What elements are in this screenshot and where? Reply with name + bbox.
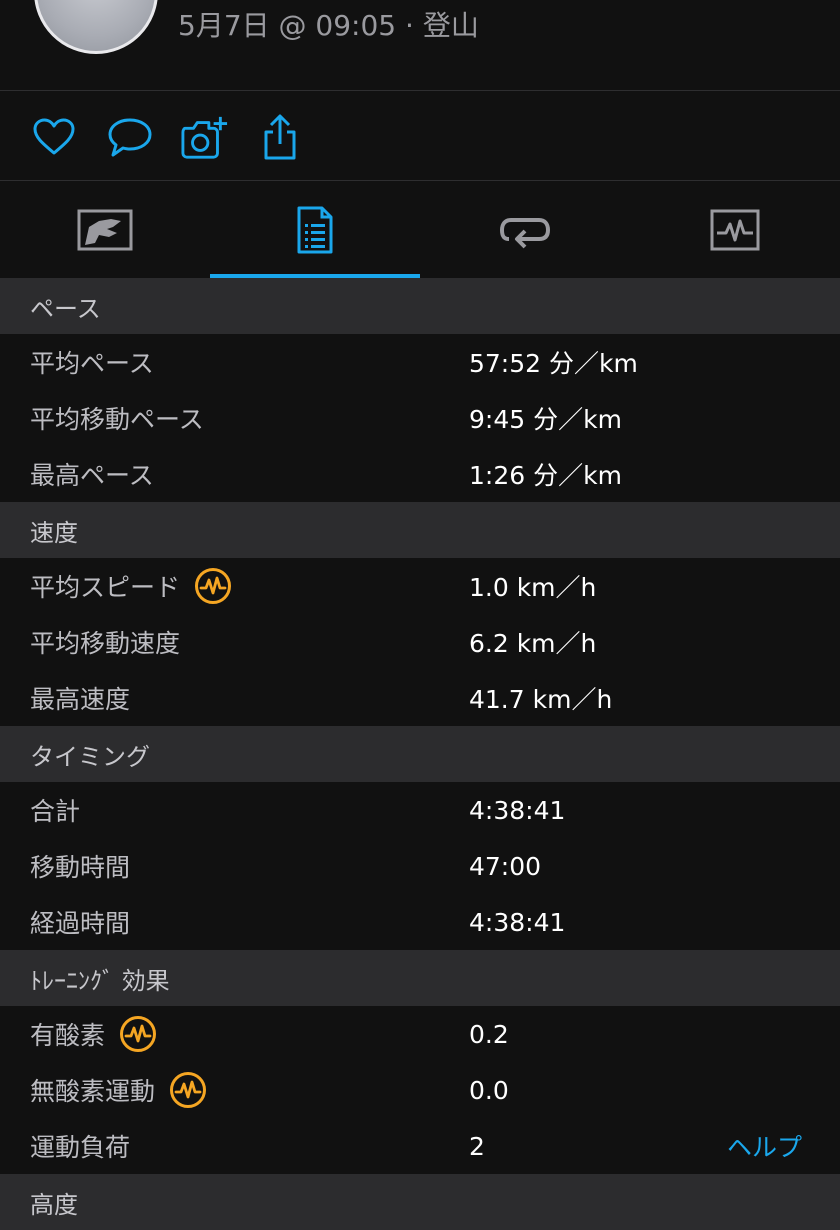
avatar[interactable] — [34, 0, 158, 54]
loop-icon — [499, 217, 551, 248]
section-header: ペース — [0, 278, 840, 334]
stat-row: 合計 4:38:41 — [0, 782, 840, 838]
stat-label: 有酸素 — [30, 1015, 157, 1053]
stat-row: 運動負荷 2 ヘルプ — [0, 1118, 840, 1174]
share-button[interactable] — [256, 113, 304, 161]
stat-value: 57:52 分／km — [469, 349, 638, 378]
stat-value: 4:38:41 — [469, 907, 566, 937]
stat-label-text: 経過時間 — [30, 909, 131, 938]
like-button[interactable] — [30, 113, 78, 161]
tab-charts[interactable] — [630, 181, 840, 278]
stat-row: 平均スピード 1.0 km／h — [0, 558, 840, 614]
stat-row: 移動時間 47:00 — [0, 838, 840, 894]
stat-label: 最高速度 — [30, 680, 130, 716]
stat-label: 運動負荷 — [30, 1128, 130, 1164]
stat-row: 有酸素 0.2 — [0, 1006, 840, 1062]
stat-label: 最高ペース — [30, 456, 154, 492]
share-icon — [264, 114, 296, 160]
comment-button[interactable] — [106, 113, 154, 161]
stat-label-text: 移動時間 — [30, 853, 131, 882]
stat-label: 経過時間 — [30, 904, 130, 940]
stat-label: 平均ペース — [30, 344, 154, 380]
section-header: ﾄﾚｰﾆﾝｸﾞ 効果 — [0, 950, 840, 1006]
stat-label-text: 有酸素 — [30, 1021, 106, 1050]
stat-label-text: 平均スピード — [30, 573, 181, 602]
stat-row: 平均移動ペース 9:45 分／km — [0, 390, 840, 446]
stat-label: 平均移動速度 — [30, 624, 180, 660]
stat-value: 2 — [469, 1131, 485, 1161]
meta-separator: · — [405, 9, 414, 42]
pulse-badge-icon[interactable] — [169, 1071, 207, 1109]
pulse-badge-icon[interactable] — [194, 567, 232, 605]
stat-label-text: 最高ペース — [30, 461, 154, 490]
tab-bar — [0, 181, 840, 278]
heart-icon — [33, 118, 75, 155]
stat-value: 1:26 分／km — [469, 461, 622, 490]
stat-label-text: 平均移動ペース — [30, 405, 204, 434]
tab-stats[interactable] — [210, 181, 420, 278]
activity-meta: 5月7日 @ 09:05 · 登山 — [178, 4, 479, 44]
comment-icon — [108, 118, 152, 157]
section-header: 高度 — [0, 1174, 840, 1230]
stat-row: 経過時間 4:38:41 — [0, 894, 840, 950]
chart-icon — [710, 209, 760, 250]
stat-label: 移動時間 — [30, 848, 130, 884]
activity-header: 5月7日 @ 09:05 · 登山 — [0, 0, 840, 90]
stat-value: 0.2 — [469, 1019, 509, 1049]
stat-value: 1.0 km／h — [469, 573, 597, 602]
stat-label: 平均スピード — [30, 567, 232, 605]
help-link[interactable]: ヘルプ — [727, 1128, 802, 1164]
pulse-badge-icon[interactable] — [119, 1015, 157, 1053]
stats-list[interactable]: ペース平均ペース 57:52 分／km 平均移動ペース 9:45 分／km 最高ペース 1… — [0, 278, 840, 1230]
stat-row: 最高ペース 1:26 分／km — [0, 446, 840, 502]
stat-value: 4:38:41 — [469, 795, 566, 825]
stat-label-text: 合計 — [30, 797, 81, 826]
camera-plus-icon — [181, 116, 228, 159]
stat-value: 47:00 — [469, 851, 542, 881]
stat-value: 6.2 km／h — [469, 629, 597, 658]
tab-map[interactable] — [0, 181, 210, 278]
stat-value: 9:45 分／km — [469, 405, 622, 434]
document-list-icon — [297, 206, 333, 253]
activity-type: 登山 — [422, 9, 479, 42]
stat-label-text: 平均移動速度 — [30, 629, 181, 658]
stat-value: 41.7 km／h — [469, 685, 613, 714]
stat-row: 平均移動速度 6.2 km／h — [0, 614, 840, 670]
stat-label-text: 最高速度 — [30, 685, 131, 714]
activity-date-time: 5月7日 @ 09:05 — [178, 9, 397, 42]
stat-value: 0.0 — [469, 1075, 509, 1105]
stat-row: 最高速度 41.7 km／h — [0, 670, 840, 726]
section-header: タイミング — [0, 726, 840, 782]
stat-row: 無酸素運動 0.0 — [0, 1062, 840, 1118]
action-bar — [0, 91, 840, 180]
stat-label: 無酸素運動 — [30, 1071, 207, 1109]
tab-laps[interactable] — [420, 181, 630, 278]
stat-label: 合計 — [30, 792, 80, 828]
stat-label-text: 運動負荷 — [30, 1133, 131, 1162]
section-header: 速度 — [0, 502, 840, 558]
stat-row: 平均ペース 57:52 分／km — [0, 334, 840, 390]
stat-label-text: 平均ペース — [30, 349, 154, 378]
add-photo-button[interactable] — [181, 113, 229, 161]
map-icon — [77, 209, 133, 250]
stat-label-text: 無酸素運動 — [30, 1077, 156, 1106]
stat-label: 平均移動ペース — [30, 400, 204, 436]
